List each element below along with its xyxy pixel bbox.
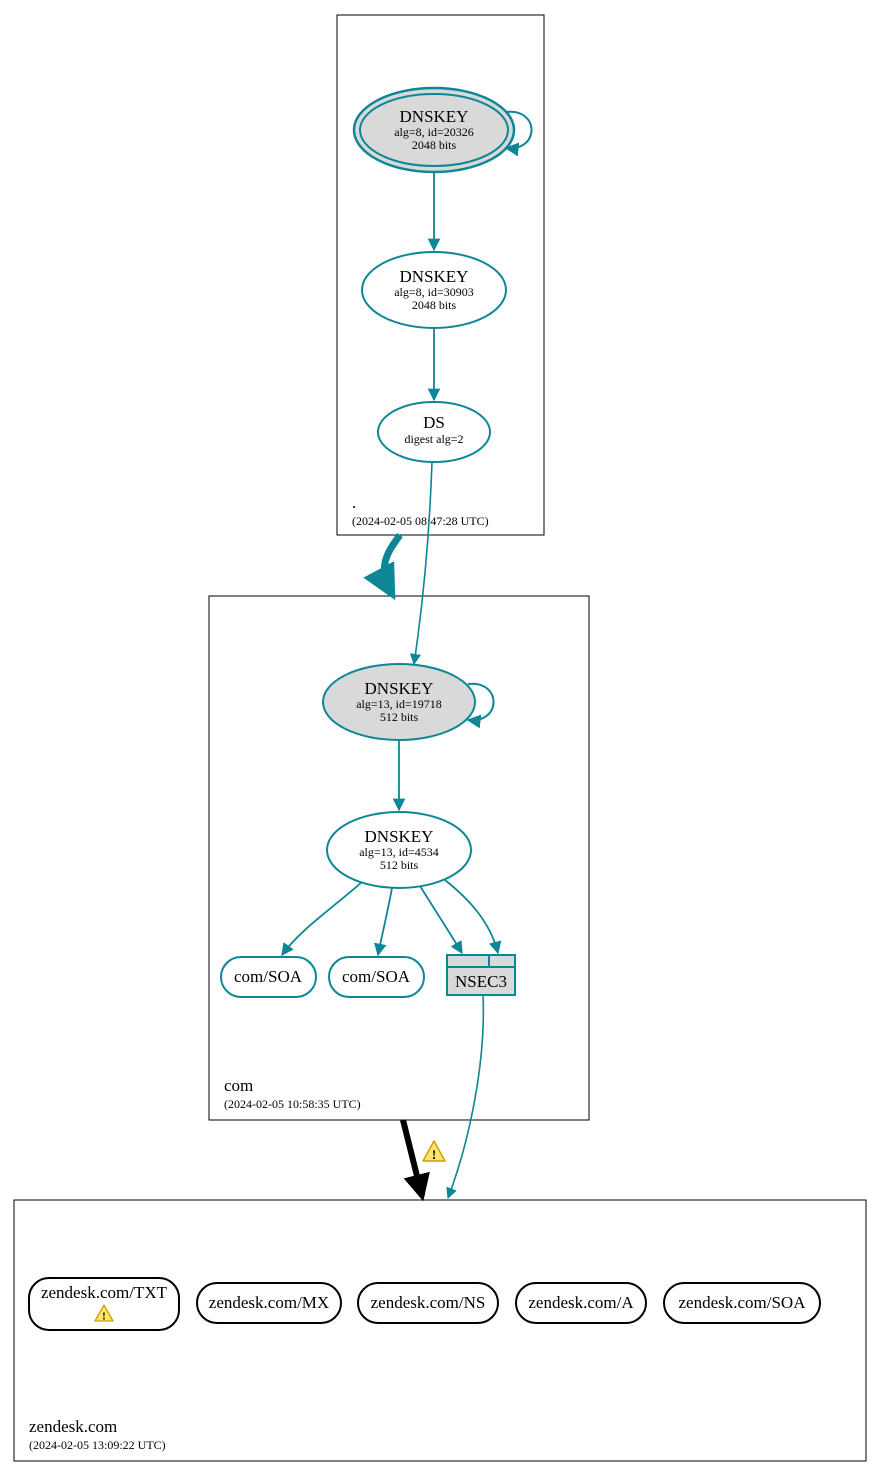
svg-text:DNSKEY: DNSKEY [400,267,469,286]
edge-root-to-com-delegation [384,535,400,594]
svg-text:zendesk.com/NS: zendesk.com/NS [371,1293,486,1312]
edge-ds-to-comksk [414,462,432,664]
node-zendesk-mx: zendesk.com/MX [197,1283,341,1323]
zone-com-label: com [224,1076,253,1095]
svg-text:DNSKEY: DNSKEY [400,107,469,126]
node-zendesk-ns: zendesk.com/NS [358,1283,498,1323]
svg-text:zendesk.com/MX: zendesk.com/MX [209,1293,329,1312]
svg-text:DNSKEY: DNSKEY [365,679,434,698]
node-root-zsk: DNSKEY alg=8, id=30903 2048 bits [362,252,506,328]
svg-text:!: ! [102,1311,106,1323]
svg-text:com/SOA: com/SOA [342,967,411,986]
node-zendesk-soa: zendesk.com/SOA [664,1283,820,1323]
zone-root-label: . [352,493,356,512]
node-root-ds: DS digest alg=2 [378,402,490,462]
node-com-zsk: DNSKEY alg=13, id=4534 512 bits [327,812,471,888]
node-root-ksk: DNSKEY alg=8, id=20326 2048 bits [354,88,514,172]
svg-text:digest alg=2: digest alg=2 [404,432,463,446]
warning-icon: ! [423,1141,445,1162]
node-com-ksk: DNSKEY alg=13, id=19718 512 bits [323,664,475,740]
svg-text:alg=13, id=19718: alg=13, id=19718 [356,697,442,711]
edge-comzsk-soa2 [378,888,392,955]
zone-com-timestamp: (2024-02-05 10:58:35 UTC) [224,1097,361,1111]
svg-text:alg=8, id=30903: alg=8, id=30903 [394,285,474,299]
svg-text:zendesk.com/TXT: zendesk.com/TXT [41,1283,168,1302]
edge-com-to-zendesk-delegation [403,1120,422,1196]
svg-text:DS: DS [423,413,445,432]
svg-text:zendesk.com/SOA: zendesk.com/SOA [678,1293,806,1312]
svg-text:512 bits: 512 bits [380,710,419,724]
svg-text:zendesk.com/A: zendesk.com/A [528,1293,634,1312]
zone-zendesk-label: zendesk.com [29,1417,117,1436]
zone-zendesk-timestamp: (2024-02-05 13:09:22 UTC) [29,1438,166,1452]
node-com-nsec3: NSEC3 [447,955,515,995]
svg-text:512 bits: 512 bits [380,858,419,872]
edge-comzsk-nsec3-a [420,886,462,953]
node-zendesk-txt: zendesk.com/TXT ! [29,1278,179,1330]
svg-text:!: ! [432,1147,436,1162]
node-zendesk-a: zendesk.com/A [516,1283,646,1323]
zone-root-timestamp: (2024-02-05 08:47:28 UTC) [352,514,489,528]
svg-text:alg=8, id=20326: alg=8, id=20326 [394,125,474,139]
edge-nsec3-to-zendesk [448,995,483,1198]
edge-comzsk-nsec3-b [445,880,498,953]
svg-text:2048 bits: 2048 bits [412,298,457,312]
node-com-soa-2: com/SOA [329,957,424,997]
svg-text:alg=13, id=4534: alg=13, id=4534 [359,845,439,859]
edge-comzsk-soa1 [282,882,362,955]
svg-text:com/SOA: com/SOA [234,967,303,986]
svg-text:2048 bits: 2048 bits [412,138,457,152]
svg-text:NSEC3: NSEC3 [455,972,507,991]
svg-text:DNSKEY: DNSKEY [365,827,434,846]
node-com-soa-1: com/SOA [221,957,316,997]
